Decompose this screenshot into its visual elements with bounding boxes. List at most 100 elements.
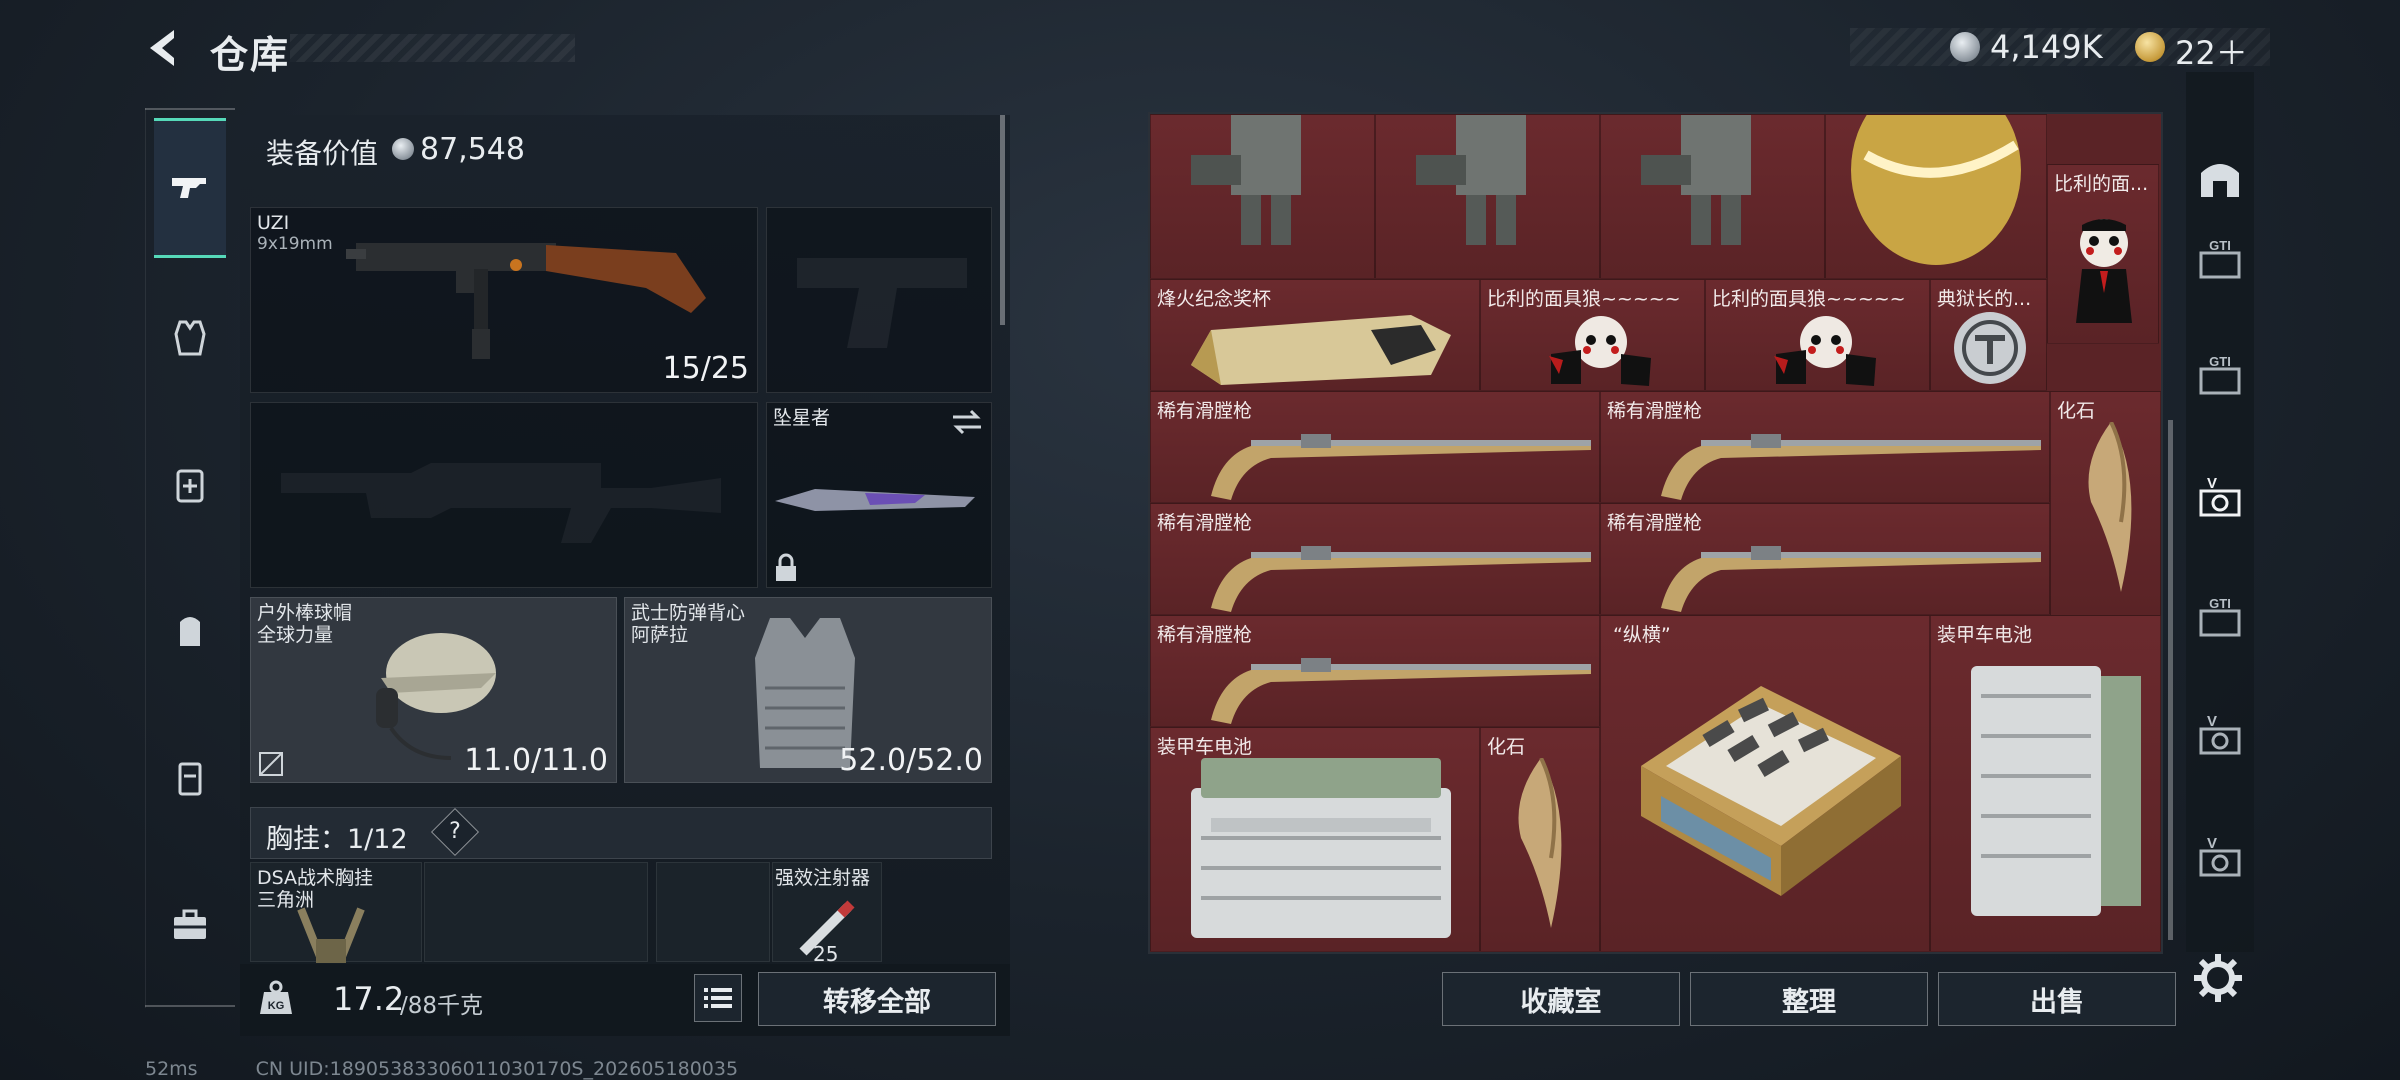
- list-view-button[interactable]: [694, 974, 742, 1022]
- storage-item-musket[interactable]: 稀有滑膛枪: [1150, 503, 1600, 615]
- transfer-all-button[interactable]: 转移全部: [758, 972, 996, 1026]
- storage-item-billy-doll[interactable]: 比利的面具狼~~~~~: [1705, 279, 1930, 391]
- gti-label: GTI: [2209, 596, 2231, 611]
- injector-count: 25: [813, 942, 839, 966]
- category-tab-active[interactable]: V: [2192, 470, 2248, 526]
- help-icon: ?: [449, 819, 461, 844]
- musket-image: [1661, 434, 2041, 500]
- storage-item-warden-badge[interactable]: 典狱长的...: [1930, 279, 2047, 391]
- golden-egg-image: [1851, 115, 2021, 265]
- storage-item-fossil[interactable]: 化石: [1480, 727, 1600, 952]
- svg-text:KG: KG: [268, 1000, 285, 1012]
- chest-rig-item-slot[interactable]: 强效注射器 25: [772, 862, 882, 966]
- pistol-icon: [172, 178, 206, 198]
- category-tab[interactable]: GTI: [2192, 590, 2248, 646]
- equipment-scrollbar[interactable]: [1000, 115, 1005, 325]
- backpack-icon: [180, 617, 200, 646]
- back-button[interactable]: [140, 22, 192, 74]
- canister-icon: [178, 762, 202, 796]
- currency-gold-amount[interactable]: 22＋: [2175, 28, 2248, 74]
- billy-doll-image: [1549, 316, 1651, 386]
- nav-armor[interactable]: [154, 268, 226, 408]
- category-tab[interactable]: V: [2192, 830, 2248, 886]
- chest-rig-item-name: DSA战术胸挂: [257, 867, 374, 889]
- ammo-count: 15/25: [662, 351, 749, 386]
- storage-item-battery[interactable]: 装甲车电池: [1150, 727, 1480, 952]
- musket-image: [1211, 658, 1591, 724]
- secondary-weapon-slot[interactable]: [766, 207, 992, 393]
- storage-item-billy-head[interactable]: 比利的面...: [2047, 164, 2159, 344]
- billy-doll-image: [1774, 316, 1876, 386]
- helmet-sub: 全球力量: [257, 624, 334, 646]
- storage-item-golden-egg[interactable]: [1825, 114, 2047, 279]
- swap-icon[interactable]: [949, 407, 985, 437]
- knife-image: [775, 489, 975, 511]
- chest-rig-slot[interactable]: DSA战术胸挂 三角洲: [250, 862, 422, 963]
- page-title: 仓库: [210, 33, 291, 77]
- sell-button[interactable]: 出售: [1938, 972, 2176, 1026]
- melee-slot[interactable]: 坠星者: [766, 402, 992, 588]
- helmet-slot[interactable]: 户外棒球帽 全球力量 11.0/11.0: [250, 597, 617, 783]
- storage-item-musket[interactable]: 稀有滑膛枪: [1600, 391, 2050, 503]
- silver-coin-icon: [1950, 32, 1980, 62]
- category-tab[interactable]: GTI: [2192, 232, 2248, 288]
- armor-slot[interactable]: 武士防弹背心 阿萨拉 52.0/52.0: [624, 597, 992, 783]
- fossil-claw-image: [1518, 758, 1562, 928]
- nav-backpack[interactable]: [154, 560, 226, 700]
- item-label: “纵横”: [1613, 624, 1671, 646]
- uid-text: CN UID:18905383306011030170S_20260518003…: [255, 1058, 739, 1080]
- nav-consumables[interactable]: [154, 708, 226, 848]
- medkit-icon: [176, 469, 204, 503]
- v-icon: V: [2199, 835, 2241, 877]
- status-bar: 52ms CN UID:18905383306011030170S_2026051…: [145, 1058, 738, 1080]
- category-tab[interactable]: V: [2192, 708, 2248, 764]
- storage-item-musket[interactable]: 稀有滑膛枪: [1150, 615, 1600, 727]
- settings-gear-icon[interactable]: [2190, 950, 2246, 1006]
- ping-text: 52ms: [145, 1058, 198, 1080]
- collection-room-button[interactable]: 收藏室: [1442, 972, 1680, 1026]
- chess-set-image: [1641, 686, 1901, 896]
- v-label: V: [2207, 713, 2217, 730]
- lock-icon: [776, 553, 796, 581]
- chest-rig-empty-slot[interactable]: [424, 862, 648, 962]
- left-nav-divider: [145, 108, 235, 110]
- melee-name: 坠星者: [773, 407, 831, 429]
- silver-coin-icon: [392, 138, 414, 160]
- storage-item-mech[interactable]: [1600, 114, 1825, 279]
- storage-scrollbar[interactable]: [2168, 420, 2173, 940]
- currency-silver-amount: 4,149K: [1990, 28, 2103, 66]
- nav-weapons[interactable]: [154, 118, 226, 258]
- nav-toolbox[interactable]: [154, 855, 226, 995]
- weight-icon: KG: [260, 980, 292, 1014]
- nav-medical[interactable]: [154, 415, 226, 555]
- chest-rig-title: 胸挂：: [266, 824, 347, 855]
- rifle-silhouette-icon: [281, 463, 721, 543]
- storage-item-fossil[interactable]: 化石: [2050, 391, 2161, 616]
- title-decoration: [290, 34, 575, 62]
- fossil-claw-image: [2088, 422, 2132, 592]
- primary-weapon-slot[interactable]: UZI 9x19mm 15/25: [250, 207, 758, 393]
- storage-item-musket[interactable]: 稀有滑膛枪: [1600, 503, 2050, 615]
- storage-item-musket[interactable]: 稀有滑膛枪: [1150, 391, 1600, 503]
- gti-icon: GTI: [2199, 354, 2241, 395]
- storage-item-battery[interactable]: 装甲车电池: [1930, 615, 2161, 952]
- gti-icon: GTI: [2199, 596, 2241, 637]
- item-label: 化石: [1487, 736, 1526, 758]
- item-label: 比利的面...: [2054, 173, 2149, 195]
- musket-image: [1211, 546, 1591, 612]
- armor-sub: 阿萨拉: [631, 624, 689, 646]
- category-tab[interactable]: GTI: [2192, 348, 2248, 404]
- storage-item-mech[interactable]: [1375, 114, 1600, 279]
- chest-rig-empty-slot[interactable]: [656, 862, 770, 962]
- back-arrow-icon: [150, 30, 174, 66]
- storage-item-mech[interactable]: [1150, 114, 1375, 279]
- storage-item-chess[interactable]: “纵横”: [1600, 615, 1930, 952]
- storage-item-trophy[interactable]: 烽火纪念奖杯: [1150, 279, 1480, 391]
- item-label: 装甲车电池: [1937, 624, 2033, 646]
- rifle-slot[interactable]: [250, 402, 758, 588]
- organize-button[interactable]: 整理: [1690, 972, 1928, 1026]
- helmet-name: 户外棒球帽: [257, 602, 353, 624]
- storage-item-billy-doll[interactable]: 比利的面具狼~~~~~: [1480, 279, 1705, 391]
- category-all[interactable]: [2192, 150, 2248, 206]
- mech-image: [1641, 115, 1751, 245]
